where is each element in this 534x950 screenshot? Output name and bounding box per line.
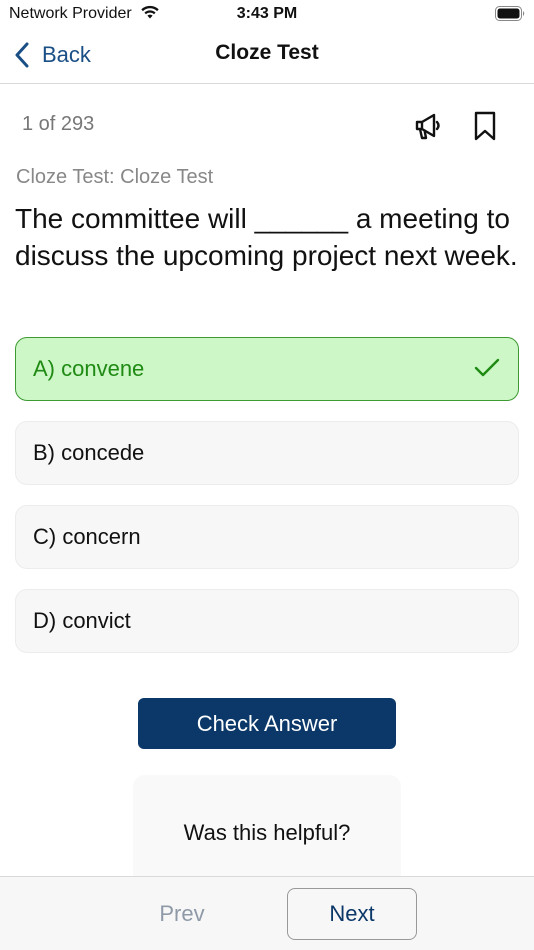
option-label: B) concede (33, 440, 145, 465)
feedback-prompt: Was this helpful? (183, 820, 351, 845)
option-a[interactable]: A) convene (15, 337, 519, 401)
option-label: C) concern (33, 524, 141, 549)
navigation-bar: Back Cloze Test (0, 28, 534, 84)
status-bar: Network Provider 3:43 PM (0, 0, 534, 28)
option-label: A) convene (33, 356, 145, 381)
option-b[interactable]: B) concede (15, 421, 519, 485)
question-category: Cloze Test: Cloze Test (16, 166, 214, 188)
prev-button[interactable]: Prev (132, 889, 232, 939)
bookmark-icon[interactable] (473, 111, 497, 146)
option-c[interactable]: C) concern (15, 505, 519, 569)
battery-icon (495, 6, 526, 26)
option-label: D) convict (33, 608, 131, 633)
status-time: 3:43 PM (236, 5, 298, 22)
bottom-navigation-bar: Prev Next (0, 876, 534, 950)
option-d[interactable]: D) convict (15, 589, 519, 653)
megaphone-icon[interactable] (413, 111, 443, 146)
checkmark-icon (474, 357, 500, 384)
feedback-card: Was this helpful? (133, 775, 401, 885)
page-title: Cloze Test (215, 41, 319, 64)
question-text: The committee will ______ a meeting to d… (15, 203, 518, 271)
next-button[interactable]: Next (287, 888, 417, 940)
question-counter: 1 of 293 (22, 113, 95, 135)
check-answer-button[interactable]: Check Answer (138, 698, 396, 749)
